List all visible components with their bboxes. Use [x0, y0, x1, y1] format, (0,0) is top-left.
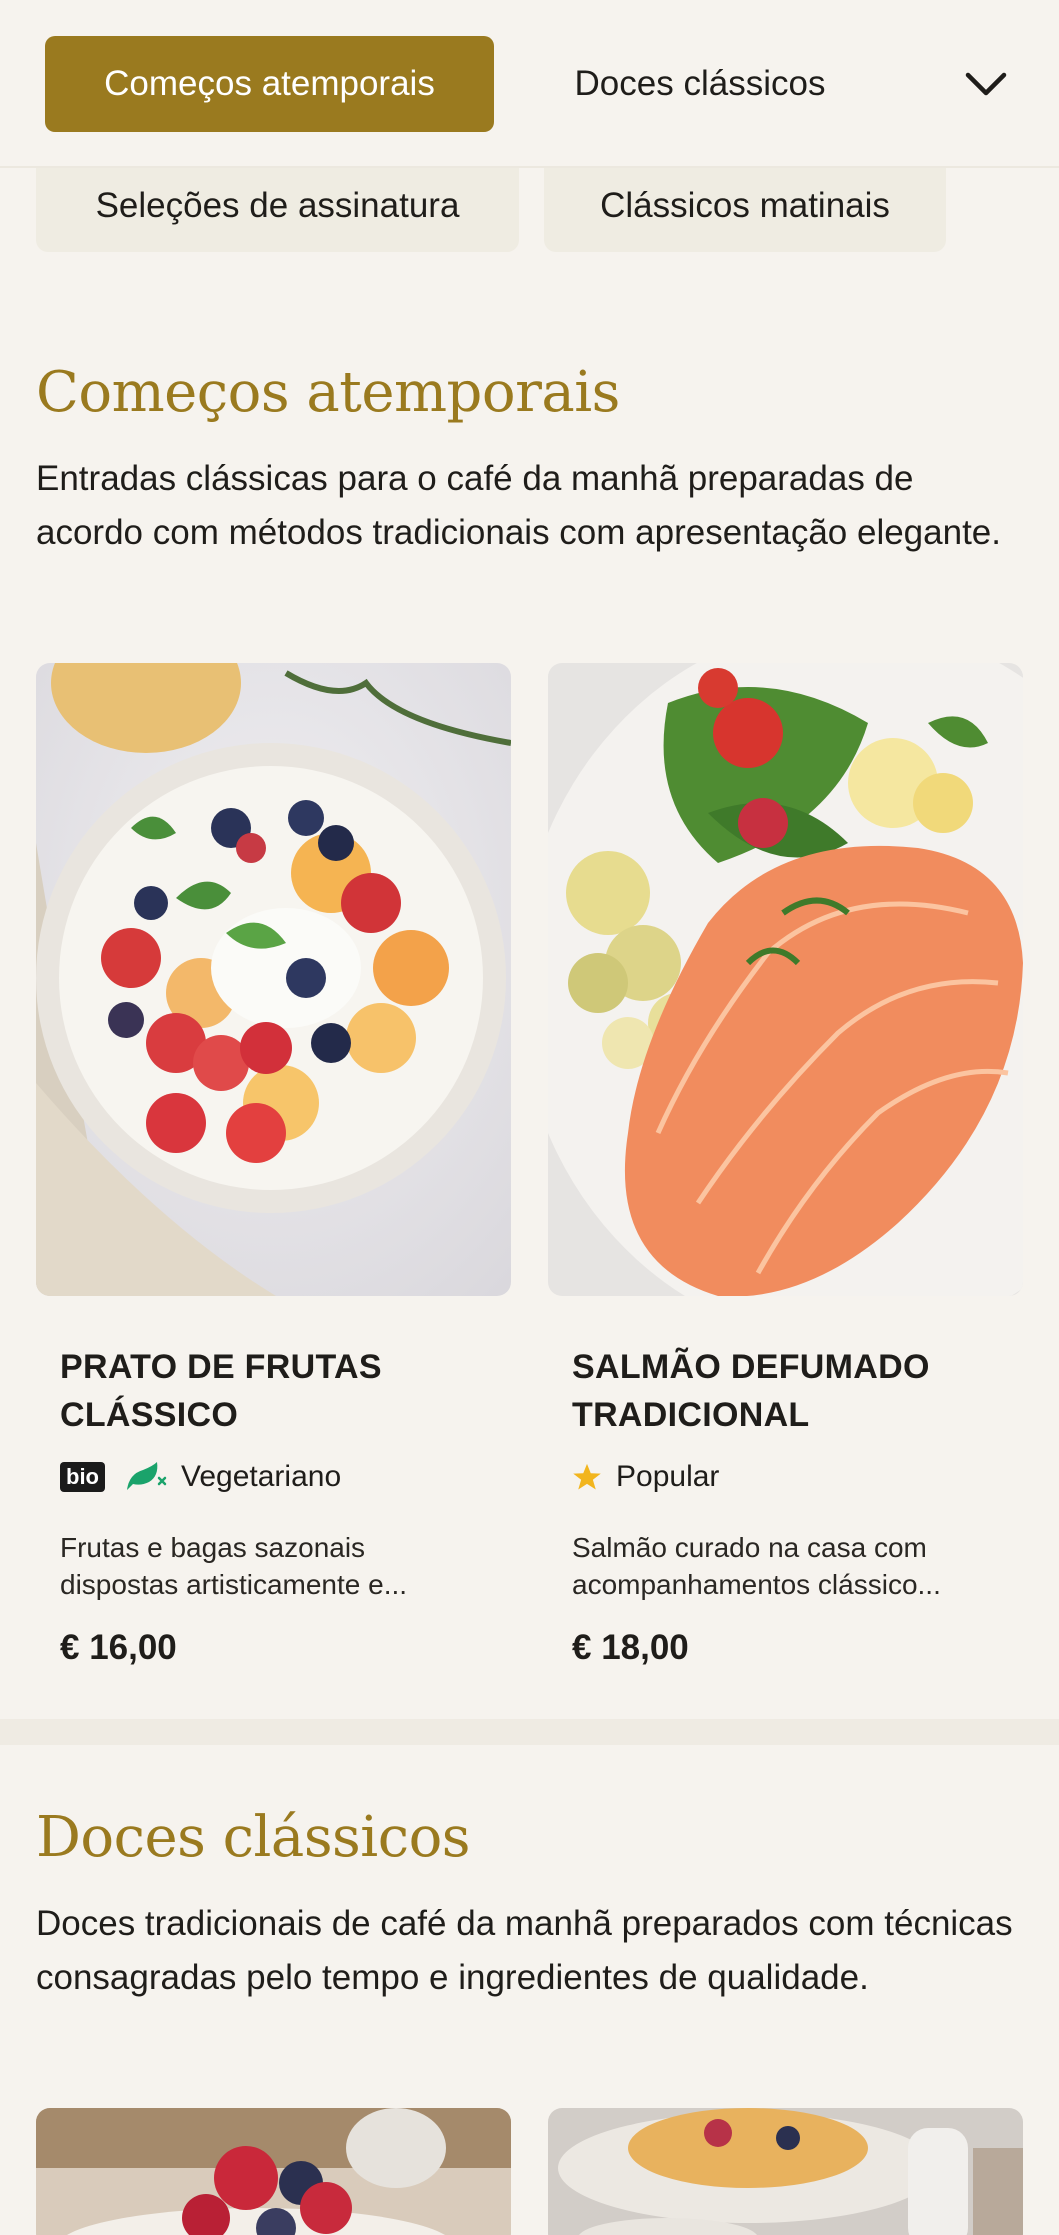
- berry-dessert-image[interactable]: [36, 2108, 511, 2235]
- tag-label: Popular: [616, 1460, 720, 1493]
- item-name[interactable]: PRATO DE FRUTAS CLÁSSICO: [60, 1343, 490, 1439]
- item-description: Frutas e bagas sazonais dispostas artist…: [60, 1532, 408, 1600]
- tag-label: Vegetariano: [181, 1460, 342, 1493]
- item-name[interactable]: SALMÃO DEFUMADO TRADICIONAL: [572, 1343, 1002, 1439]
- section-description: Entradas clássicas para o café da manhã …: [36, 459, 1001, 552]
- vegetarian-leaf-icon: [123, 1460, 167, 1494]
- dietary-tags: bio Vegetariano: [60, 1457, 341, 1497]
- item-description: Salmão curado na casa com acompanhamento…: [572, 1532, 941, 1600]
- category-nav: Começos atemporais Doces clássicos: [0, 0, 1059, 168]
- tab-doces-classicos[interactable]: Doces clássicos: [540, 36, 860, 132]
- item-price: € 16,00: [60, 1628, 177, 1667]
- section-description: Doces tradicionais de café da manhã prep…: [36, 1904, 1013, 1997]
- section-title: Doces clássicos: [36, 1805, 471, 1870]
- star-icon: [572, 1462, 602, 1492]
- fruit-plate-image[interactable]: [36, 663, 511, 1296]
- section-divider: [0, 1719, 1059, 1745]
- section-title: Começos atemporais: [36, 360, 620, 425]
- popularity-tag: Popular: [572, 1457, 719, 1497]
- bio-badge: bio: [60, 1462, 105, 1492]
- waffle-image[interactable]: [548, 2108, 1023, 2235]
- chevron-down-icon[interactable]: [960, 58, 1012, 110]
- smoked-salmon-image[interactable]: [548, 663, 1023, 1296]
- tab-comecos-atemporais[interactable]: Começos atemporais: [45, 36, 494, 132]
- item-price: € 18,00: [572, 1628, 689, 1667]
